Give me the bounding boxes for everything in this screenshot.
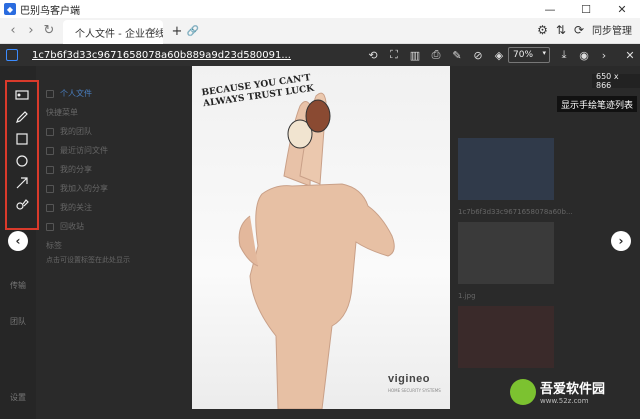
clock-icon (46, 146, 54, 155)
site-watermark: 吾爱软件园 www.52z.com (510, 378, 605, 405)
previous-image-button[interactable]: ‹ (8, 231, 28, 251)
star-icon (46, 203, 54, 212)
title-bar: ◆ 巴别鸟客户端 — ☐ ✕ (0, 0, 640, 18)
eye-icon[interactable]: ◉ (576, 47, 592, 63)
image-dimension-badge: 650 x 866 (592, 72, 640, 90)
back-button[interactable]: ‹ (4, 22, 22, 40)
share-icon (46, 165, 54, 174)
rotate-icon[interactable]: ⟲ (365, 47, 381, 63)
pencil-icon[interactable] (13, 108, 31, 126)
tab-personal-files[interactable]: 个人文件 - 企业在线… × (63, 20, 163, 44)
watermark-text: 吾爱软件园 (540, 382, 606, 397)
close-window-button[interactable]: ✕ (604, 0, 640, 18)
nav-right-actions: ⚙ ⇅ ⟳ 同步管理 (537, 22, 632, 38)
image-tagline: HOME SECURITY SYSTEMS (388, 388, 441, 393)
team-icon (46, 127, 54, 136)
arrow-icon[interactable] (13, 174, 31, 192)
link-icon[interactable]: 🔗 (184, 22, 202, 40)
window-title: 巴别鸟客户端 (20, 5, 80, 17)
image-brand: vigineo (388, 373, 431, 385)
next-top-icon[interactable]: › (596, 47, 612, 63)
print-icon[interactable]: ⎙ (428, 47, 444, 63)
thumbnail (458, 138, 554, 200)
thumbnail-caption: 1c7b6f3d33c9671658078a60b... (458, 208, 573, 216)
thumbnail (458, 306, 554, 368)
close-viewer-button[interactable]: ✕ (622, 47, 638, 63)
annotation-list-tooltip: 显示手绘笔迹列表 (557, 96, 638, 112)
annotation-toolbar (5, 80, 39, 230)
hand-illustration (238, 92, 395, 409)
bg-nav-item: 回收站 (40, 217, 150, 236)
preview-image: BECAUSE YOU CAN'T ALWAYS TRUST LUCK vigi… (192, 66, 450, 409)
bg-nav-item: 最近访问文件 (40, 141, 150, 160)
transfer-icon[interactable]: ⇅ (556, 23, 566, 37)
bg-nav-item: 个人文件 (40, 84, 150, 103)
forward-button[interactable]: › (22, 22, 40, 40)
split-view-icon[interactable]: ▥ (407, 47, 423, 63)
bg-nav-hint: 点击可设置标签在此处显示 (46, 256, 130, 264)
rectangle-icon[interactable] (13, 130, 31, 148)
zoom-value: 70% (513, 50, 534, 60)
app-logo-icon: ◆ (4, 3, 16, 15)
sync-manage-link[interactable]: 同步管理 (592, 22, 632, 37)
chevron-down-icon: ▾ (542, 49, 546, 57)
eraser-icon[interactable] (13, 196, 31, 214)
watermark-logo-icon (510, 378, 536, 405)
side-item-settings: 设置 (10, 393, 26, 402)
settings-icon[interactable]: ⚙ (537, 23, 548, 37)
nav-bar: ‹ › ↻ 个人文件 - 企业在线… × + 🔗 ⚙ ⇅ ⟳ 同步管理 (0, 18, 640, 44)
thumbnail-caption: 1.jpg (458, 292, 476, 300)
layers-icon[interactable]: ◈ (491, 47, 507, 63)
annotation-list-icon[interactable] (13, 86, 31, 104)
share-join-icon (46, 184, 54, 193)
refresh-button[interactable]: ↻ (40, 22, 58, 40)
bg-nav-item: 我的分享 (40, 160, 150, 179)
fullscreen-icon[interactable]: ⛶ (386, 47, 402, 63)
side-item-team: 团队 (10, 317, 26, 326)
pen-icon[interactable]: ✎ (449, 47, 465, 63)
watermark-url: www.52z.com (540, 397, 589, 405)
bg-nav-item: 标签 (46, 241, 62, 250)
zoom-select[interactable]: 70% ▾ (508, 47, 550, 63)
file-name[interactable]: 1c7b6f3d33c9671658078a60b889a9d23d580091… (32, 50, 291, 61)
sync-icon[interactable]: ⟳ (574, 23, 584, 37)
next-image-button[interactable]: › (611, 231, 631, 251)
download-icon[interactable]: ⤓ (556, 47, 572, 63)
bg-nav-item: 我的关注 (40, 198, 150, 217)
background-thumbnails: 1c7b6f3d33c9671658078a60b... 1.jpg (458, 138, 573, 376)
viewer-header: 1c7b6f3d33c9671658078a60b889a9d23d580091… (0, 44, 640, 66)
folder-icon (46, 89, 54, 98)
thumbnail (458, 222, 554, 284)
background-nav: 个人文件 快捷菜单 我的团队 最近访问文件 我的分享 我加入的分享 我的关注 回… (40, 84, 150, 265)
tab-close-icon[interactable]: × (148, 24, 157, 37)
bg-nav-item: 我的团队 (40, 122, 150, 141)
viewer-tools-right: ⤓ ◉ › ✕ (556, 47, 638, 63)
bg-nav-item: 我加入的分享 (40, 179, 150, 198)
bg-nav-item: 快捷菜单 (46, 108, 78, 117)
viewer-tools: ⟲ ⛶ ▥ ⎙ ✎ ⊘ ◈ (365, 47, 507, 63)
viewer-menu-icon[interactable] (6, 49, 18, 61)
minimize-button[interactable]: — (532, 0, 568, 18)
trash-icon (46, 222, 54, 231)
side-item-transfer: 传输 (10, 281, 26, 290)
circle-icon[interactable] (13, 152, 31, 170)
maximize-button[interactable]: ☐ (568, 0, 604, 18)
disable-icon[interactable]: ⊘ (470, 47, 486, 63)
